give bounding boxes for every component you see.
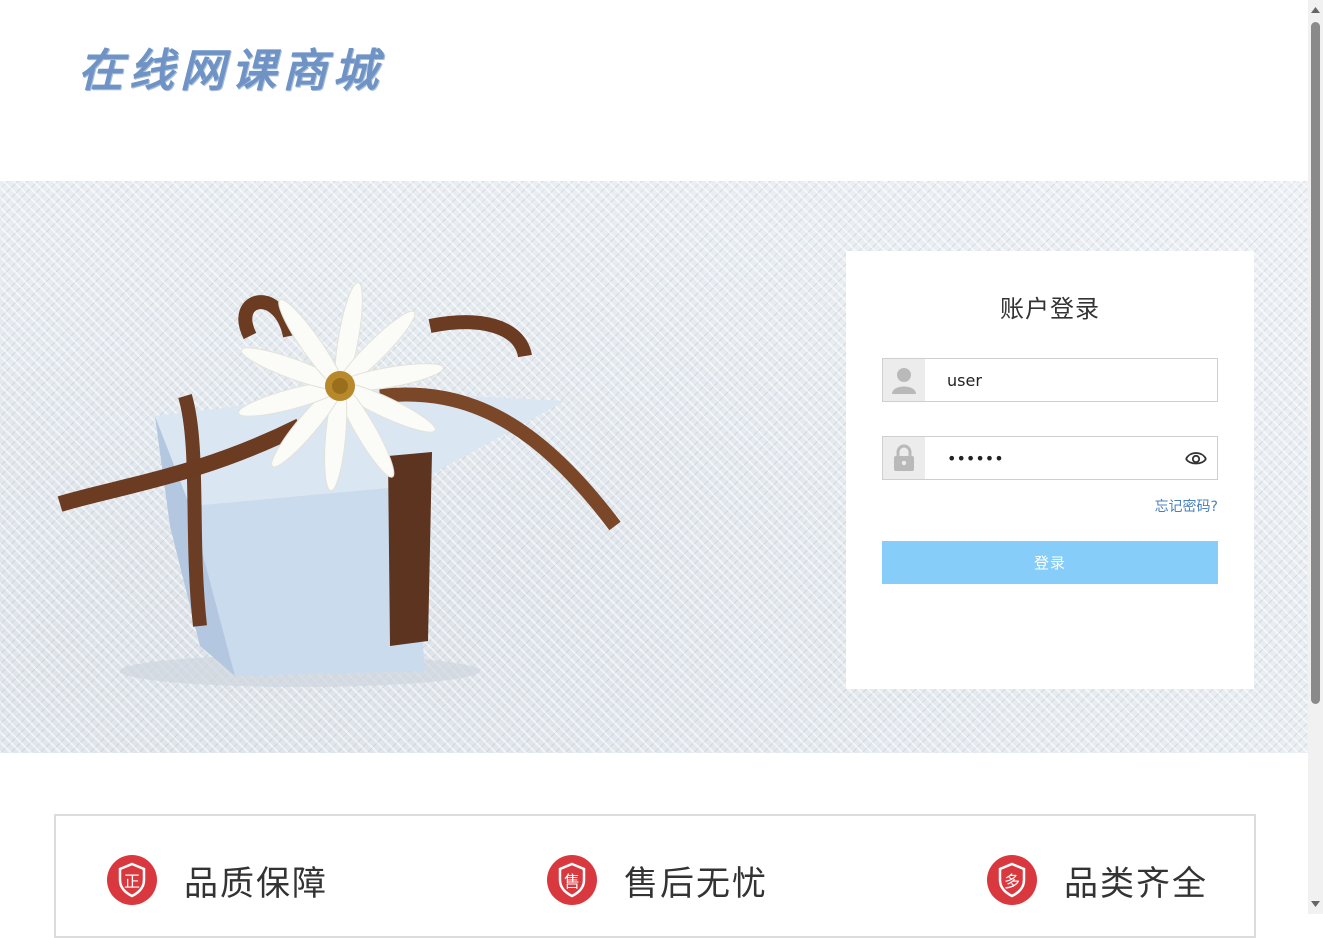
feature-quality: 正 品质保障 [106,854,328,906]
vertical-scrollbar[interactable] [1308,0,1323,914]
scrollbar-thumb[interactable] [1311,22,1320,704]
feature-after-sales: 售 售后无忧 [546,854,768,906]
forgot-password-link[interactable]: 忘记密码? [1155,496,1218,516]
eye-icon[interactable] [1185,448,1207,468]
site-logo[interactable]: 在线网课商城 [78,34,384,99]
login-title: 账户登录 [1000,295,1100,323]
feature-label: 品类齐全 [1064,863,1208,904]
feature-label: 品质保障 [184,863,328,904]
feature-label: 售后无忧 [624,863,768,904]
after-sales-badge-char: 售 [564,872,580,891]
scroll-down-arrow-icon[interactable] [1308,896,1323,912]
site-header: 在线网课商城 [0,0,1308,181]
variety-badge-icon: 多 [987,855,1037,905]
quality-badge-icon: 正 [107,855,157,905]
login-button[interactable]: 登录 [882,541,1218,584]
username-input[interactable] [925,359,1197,401]
hero-banner: 账户登录 user •••••• 忘记密码? 登录 [0,181,1308,753]
after-sales-badge-icon: 售 [547,855,597,905]
scroll-up-arrow-icon[interactable] [1308,2,1323,18]
gift-box-illustration [57,282,621,687]
password-field[interactable] [882,436,1218,480]
quality-badge-char: 正 [124,872,140,891]
variety-badge-char: 多 [1004,872,1020,891]
username-field[interactable] [882,358,1218,402]
password-input[interactable] [925,437,1197,479]
user-icon [883,359,925,401]
lock-icon [883,437,925,479]
features-bar: 正 品质保障 售 售后无忧 多 品类齐全 [54,814,1256,938]
feature-variety: 多 品类齐全 [986,854,1208,906]
login-panel: 账户登录 user •••••• 忘记密码? 登录 [846,251,1254,689]
